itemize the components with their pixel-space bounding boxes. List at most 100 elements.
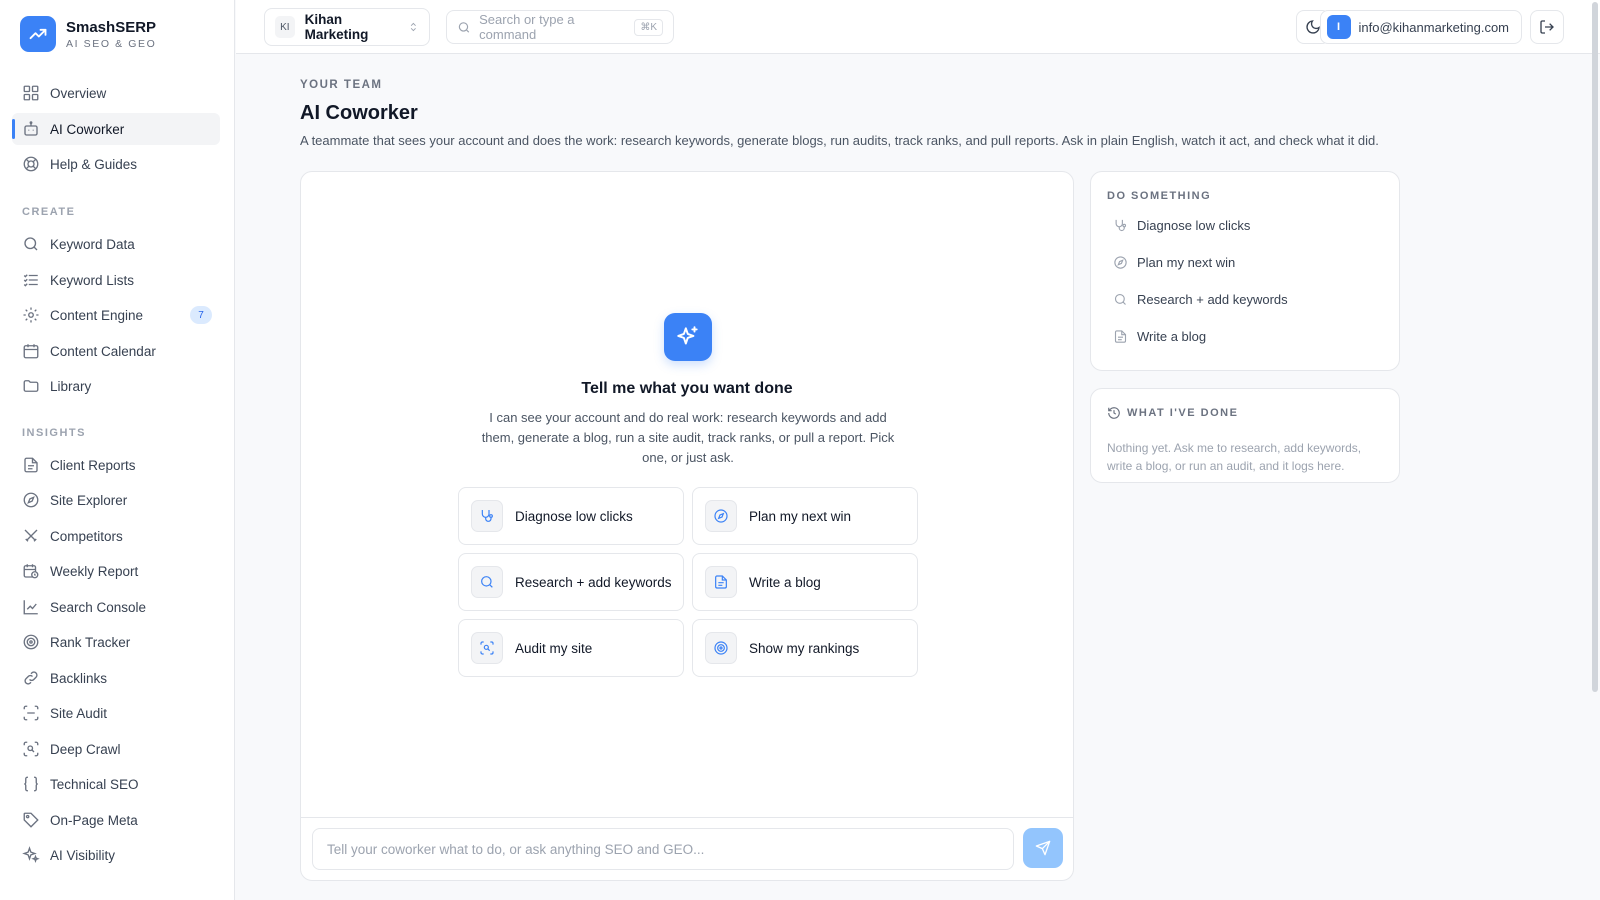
- lifebuoy-icon: [23, 156, 39, 172]
- quick-action-research-keywords[interactable]: Research + add keywords: [458, 553, 684, 611]
- scan-search-icon: [471, 632, 503, 664]
- history-card: WHAT I'VE DONE Nothing yet. Ask me to re…: [1090, 388, 1400, 483]
- sidebar-item-search-console[interactable]: Search Console: [12, 591, 220, 623]
- log-out-icon: [1540, 20, 1554, 34]
- history-icon: [1108, 407, 1120, 419]
- action-label: Research + add keywords: [1137, 291, 1288, 307]
- sidebar-item-help-guides[interactable]: Help & Guides: [12, 148, 220, 180]
- page-title: AI Coworker: [300, 102, 418, 124]
- brand-name: SmashSERP: [66, 18, 157, 36]
- quick-action-label: Show my rankings: [749, 640, 860, 656]
- topbar: KI Kihan Marketing Search or type a comm…: [236, 0, 1600, 692]
- quick-action-label: Audit my site: [515, 640, 593, 656]
- target-icon: [705, 632, 737, 664]
- sidebar-item-library[interactable]: Library: [12, 370, 220, 402]
- user-email: info@kihanmarketing.com: [1358, 19, 1509, 35]
- sidebar: SmashSERP AI SEO & GEO Overview AI Cowor…: [0, 0, 235, 900]
- sidebar-item-technical-seo[interactable]: Technical SEO: [12, 768, 220, 800]
- sidebar-item-label: Client Reports: [50, 457, 136, 473]
- list-icon: [23, 274, 38, 287]
- quick-action-show-rankings[interactable]: Show my rankings: [692, 619, 918, 677]
- chat-input[interactable]: [312, 828, 1014, 870]
- sidebar-item-label: Site Audit: [50, 705, 108, 721]
- scrollbar[interactable]: [1592, 2, 1598, 692]
- bot-icon: [24, 121, 38, 136]
- sidebar-item-ai-visibility[interactable]: AI Visibility: [12, 839, 220, 871]
- document-icon: [24, 457, 38, 473]
- sidebar-item-label: Backlinks: [50, 670, 108, 686]
- workspace-initials: KI: [275, 16, 295, 38]
- do-something-card: DO SOMETHING Diagnose low clicks Plan my…: [1090, 171, 1400, 371]
- sidebar-item-site-explorer[interactable]: Site Explorer: [12, 484, 220, 516]
- quick-action-label: Write a blog: [749, 574, 821, 590]
- sidebar-item-keyword-data[interactable]: Keyword Data: [12, 228, 220, 260]
- brand-tagline: AI SEO & GEO: [66, 37, 157, 50]
- tag-icon: [23, 812, 39, 828]
- logout-button[interactable]: [1530, 10, 1564, 44]
- send-icon: [1035, 840, 1051, 856]
- trending-up-icon: [20, 16, 56, 52]
- search-placeholder: Search or type a command: [479, 12, 575, 42]
- sidebar-item-label: Deep Crawl: [50, 741, 121, 757]
- chat-hero-title: Tell me what you want done: [581, 380, 793, 397]
- sidebar-item-ai-coworker[interactable]: AI Coworker: [12, 113, 220, 145]
- keyboard-shortcut: ⌘K: [634, 18, 663, 36]
- page-eyebrow: YOUR TEAM: [300, 79, 383, 91]
- sidebar-item-content-calendar[interactable]: Content Calendar: [12, 335, 220, 367]
- quick-action-plan-next-win[interactable]: Plan my next win: [692, 487, 918, 545]
- sidebar-item-content-engine[interactable]: Content Engine 7: [12, 299, 220, 331]
- action-write-blog[interactable]: Write a blog: [1113, 321, 1383, 351]
- sidebar-item-label: Content Calendar: [50, 343, 156, 359]
- grid-icon: [23, 85, 39, 101]
- action-plan-next-win[interactable]: Plan my next win: [1113, 247, 1383, 277]
- document-icon: [705, 566, 737, 598]
- action-diagnose-low-clicks[interactable]: Diagnose low clicks: [1113, 210, 1383, 240]
- workspace-selector[interactable]: KI Kihan Marketing: [264, 8, 430, 46]
- sidebar-item-label: AI Coworker: [50, 121, 125, 137]
- action-label: Diagnose low clicks: [1137, 217, 1251, 233]
- sidebar-item-overview[interactable]: Overview: [12, 77, 220, 109]
- brand[interactable]: SmashSERP AI SEO & GEO: [20, 16, 156, 52]
- sidebar-item-label: AI Visibility: [50, 847, 116, 863]
- section-heading-insights: INSIGHTS: [22, 427, 86, 439]
- swords-icon: [24, 529, 38, 542]
- sidebar-item-backlinks[interactable]: Backlinks: [12, 662, 220, 694]
- compass-icon: [705, 500, 737, 532]
- scan-search-icon: [23, 741, 39, 757]
- sidebar-item-label: On-Page Meta: [50, 812, 138, 828]
- sidebar-item-on-page-meta[interactable]: On-Page Meta: [12, 804, 220, 836]
- target-icon: [23, 634, 39, 650]
- calendar-icon: [23, 344, 39, 359]
- action-research-keywords[interactable]: Research + add keywords: [1113, 284, 1383, 314]
- workspace-name: Kihan Marketing: [304, 12, 369, 42]
- moon-icon: [1306, 20, 1320, 34]
- sparkles-icon: [664, 313, 712, 361]
- quick-action-write-blog[interactable]: Write a blog: [692, 553, 918, 611]
- sidebar-item-label: Competitors: [50, 528, 123, 544]
- calendar-clock-icon: [23, 564, 39, 579]
- gear-icon: [23, 307, 39, 323]
- card-title: DO SOMETHING: [1107, 190, 1212, 202]
- quick-action-audit-site[interactable]: Audit my site: [458, 619, 684, 677]
- sidebar-item-keyword-lists[interactable]: Keyword Lists: [12, 264, 220, 296]
- sidebar-item-site-audit[interactable]: Site Audit: [12, 697, 220, 729]
- sidebar-item-weekly-report[interactable]: Weekly Report: [12, 555, 220, 587]
- search-icon: [458, 21, 470, 33]
- sidebar-item-rank-tracker[interactable]: Rank Tracker: [12, 626, 220, 658]
- command-search[interactable]: Search or type a command ⌘K: [446, 10, 674, 44]
- sidebar-item-client-reports[interactable]: Client Reports: [12, 449, 220, 481]
- action-label: Plan my next win: [1137, 254, 1236, 270]
- sidebar-item-competitors[interactable]: Competitors: [12, 520, 220, 552]
- stethoscope-icon: [471, 500, 503, 532]
- sidebar-item-label: Rank Tracker: [50, 634, 131, 650]
- sidebar-item-deep-crawl[interactable]: Deep Crawl: [12, 733, 220, 765]
- scan-icon: [23, 705, 39, 721]
- sidebar-item-label: Technical SEO: [50, 776, 139, 792]
- user-menu[interactable]: I info@kihanmarketing.com: [1319, 10, 1522, 44]
- sparkles-icon: [22, 846, 40, 863]
- quick-action-label: Research + add keywords: [515, 574, 672, 590]
- send-button[interactable]: [1023, 828, 1063, 868]
- quick-action-diagnose-low-clicks[interactable]: Diagnose low clicks: [458, 487, 684, 545]
- search-icon: [471, 566, 503, 598]
- history-empty-text: Nothing yet. Ask me to research, add key…: [1107, 441, 1362, 473]
